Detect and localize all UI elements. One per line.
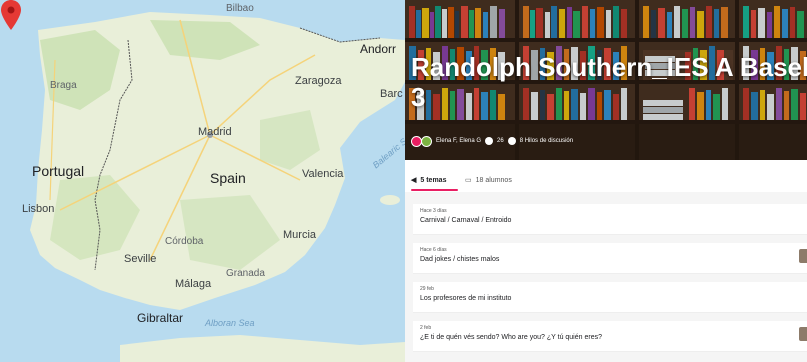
class-title-line1: Randolph Southern_IES A Basel	[411, 52, 807, 82]
class-title-line2: 3	[411, 82, 426, 112]
map-label-portugal: Portugal	[32, 163, 85, 179]
hero-meta: Elena F, Elena G 26 8 Hilos de discusión	[411, 134, 573, 148]
map-label-seville: Seville	[124, 253, 157, 265]
authors-text: Elena F, Elena G	[436, 138, 482, 144]
map-label-andorra: Andorr	[360, 42, 397, 56]
topic-date: Hace 6 días	[420, 247, 447, 253]
hero-banner: Randolph Southern_IES A Basel 3 Elena F,…	[405, 0, 807, 160]
play-icon	[485, 137, 494, 145]
map-label-alboran-sea: Alboran Sea	[205, 318, 255, 328]
topic-date: Hace 3 días	[420, 208, 447, 214]
map-label-murcia: Murcia	[283, 229, 317, 241]
topic-date: 29 feb	[420, 286, 434, 292]
topic-title: Dad jokes / chistes malos	[420, 256, 500, 263]
topic-item[interactable]: Hace 3 días Carnival / Carnaval / Entroi…	[413, 204, 807, 235]
topic-item[interactable]: 2 feb ¿E ti de quén vés sendo? Who are y…	[413, 321, 807, 352]
topic-item[interactable]: Hace 6 días Dad jokes / chistes malos	[413, 243, 807, 274]
topic-thumbnail	[799, 249, 807, 263]
map-label-zaragoza: Zaragoza	[295, 75, 342, 87]
topic-title: ¿E ti de quén vés sendo? Who are you? ¿Y…	[420, 334, 602, 341]
map-label-madrid: Madrid	[198, 126, 232, 138]
map-canvas	[0, 0, 405, 362]
map-view[interactable]: Portugal Spain Andorr Gibraltar Bilbao Z…	[0, 0, 405, 362]
topic-thumbnail	[799, 327, 807, 341]
tab-label: 5 temas	[420, 176, 447, 184]
tab-alumnos[interactable]: ▭ 18 alumnos	[465, 176, 512, 185]
map-label-gibraltar: Gibraltar	[137, 311, 184, 325]
class-panel: Randolph Southern_IES A Basel 3 Elena F,…	[405, 0, 807, 362]
map-label-malaga: Málaga	[175, 278, 212, 290]
class-title: Randolph Southern_IES A Basel 3	[411, 52, 807, 112]
count-text: 26	[497, 138, 504, 144]
map-pin-icon[interactable]	[0, 0, 22, 30]
map-label-lisbon: Lisbon	[22, 203, 55, 215]
topic-date: 2 feb	[420, 325, 432, 331]
tab-active-indicator	[411, 189, 458, 191]
tab-label: 18 alumnos	[475, 176, 512, 184]
topic-title: Carnival / Carnaval / Entroido	[420, 217, 512, 224]
map-label-valencia: Valencia	[302, 168, 344, 180]
map-label-spain: Spain	[210, 170, 246, 186]
map-label-bilbao: Bilbao	[226, 3, 254, 14]
map-label-braga: Braga	[50, 80, 77, 91]
tabs-bar: ◀ 5 temas ▭ 18 alumnos	[405, 160, 807, 192]
discussion-icon	[507, 137, 516, 145]
map-label-barcelona: Barc	[380, 88, 403, 100]
topic-title: Los profesores de mi instituto	[420, 295, 512, 302]
avatar	[421, 135, 432, 147]
topic-item[interactable]: 29 feb Los profesores de mi instituto	[413, 282, 807, 313]
map-label-cordoba: Córdoba	[165, 236, 204, 247]
tab-temas[interactable]: ◀ 5 temas	[411, 176, 447, 185]
megaphone-icon: ◀	[411, 177, 417, 184]
students-icon: ▭	[465, 177, 472, 184]
threads-text: 8 Hilos de discusión	[519, 138, 574, 144]
map-label-granada: Granada	[226, 268, 265, 279]
